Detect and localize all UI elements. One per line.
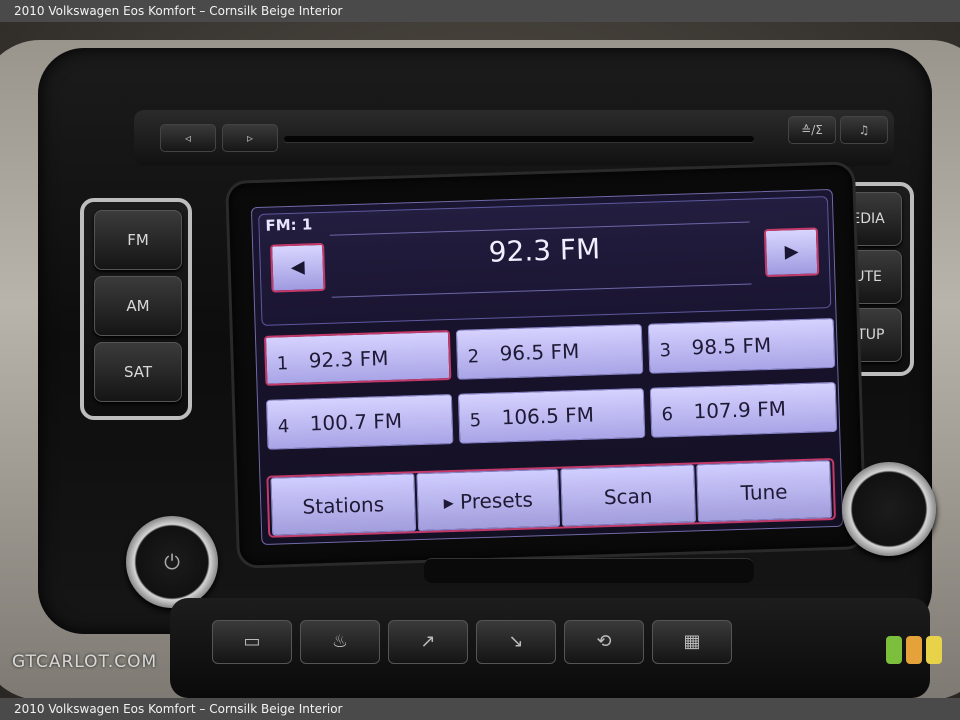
tab-tune[interactable]: Tune: [696, 460, 832, 523]
tab-presets[interactable]: ▸ Presets: [416, 468, 561, 532]
preset-number: 1: [276, 353, 289, 375]
eject-button[interactable]: ≙/Σ: [788, 116, 836, 144]
lower-trim-slot: [424, 558, 754, 583]
preset-3[interactable]: 3 98.5 FM: [647, 317, 836, 374]
next-station-button[interactable]: ▶: [763, 227, 820, 278]
preset-1[interactable]: 1 92.3 FM: [263, 330, 452, 386]
front-defrost-icon: ▦: [683, 631, 701, 652]
tab-scan[interactable]: Scan: [560, 464, 697, 527]
sat-button[interactable]: SAT: [94, 342, 182, 402]
preset-label: 96.5 FM: [499, 338, 580, 366]
band-label: FM: 1: [265, 215, 313, 235]
prev-track-button[interactable]: ◃: [160, 124, 216, 152]
rear-defrost-button[interactable]: ▭: [212, 620, 292, 664]
recirculation-icon: ⟲: [596, 631, 612, 652]
tab-stations[interactable]: Stations: [270, 473, 417, 536]
preset-number: 3: [659, 340, 672, 362]
badge-orange: [906, 636, 922, 664]
airflow-lower-icon: ↘: [508, 631, 524, 652]
preset-number: 4: [277, 416, 290, 438]
airflow-lower-button[interactable]: ↘: [476, 620, 556, 664]
seat-heat-icon: ♨: [331, 631, 349, 652]
touch-screen: FM: 1 ◀ 92.3 FM ▶ 1 92.3 FM 2 96.5 FM 3 …: [250, 188, 844, 546]
preset-label: 100.7 FM: [309, 408, 403, 436]
music-button[interactable]: ♫: [840, 116, 888, 144]
divider-bottom: [331, 283, 752, 298]
preset-5[interactable]: 5 106.5 FM: [457, 387, 646, 444]
arrow-right-icon: ▶: [784, 241, 799, 263]
cd-row: ◃ ▹ ≙/Σ ♫: [134, 110, 894, 166]
airflow-upper-icon: ↗: [420, 631, 436, 652]
power-icon: ⏻: [164, 550, 180, 574]
preset-label: 107.9 FM: [693, 396, 787, 424]
preset-label: 92.3 FM: [308, 345, 389, 373]
radio-bezel: ◃ ▹ ≙/Σ ♫ FM AM SAT MEDIA MUTE SETUP FM:…: [38, 48, 936, 634]
seat-heat-left-button[interactable]: ♨: [300, 620, 380, 664]
badge-green: [886, 636, 902, 664]
left-button-strip: FM AM SAT: [80, 198, 192, 420]
preset-6[interactable]: 6 107.9 FM: [649, 381, 838, 438]
next-track-button[interactable]: ▹: [222, 124, 278, 152]
fm-button[interactable]: FM: [94, 210, 182, 270]
airflow-upper-button[interactable]: ↗: [388, 620, 468, 664]
radio-photo: ◃ ▹ ≙/Σ ♫ FM AM SAT MEDIA MUTE SETUP FM:…: [0, 22, 960, 698]
preset-4[interactable]: 4 100.7 FM: [265, 393, 454, 450]
am-button[interactable]: AM: [94, 276, 182, 336]
watermark-logo: GTCARLOT.COM: [12, 652, 158, 672]
power-volume-knob[interactable]: ⏻: [126, 516, 218, 608]
front-defrost-button[interactable]: ▦: [652, 620, 732, 664]
preset-label: 106.5 FM: [501, 402, 595, 430]
badge-yellow: [926, 636, 942, 664]
screen-frame: FM: 1 ◀ 92.3 FM ▶ 1 92.3 FM 2 96.5 FM 3 …: [228, 164, 864, 566]
preset-number: 2: [467, 346, 480, 368]
current-frequency: 92.3 FM: [488, 232, 601, 269]
defrost-icon: ▭: [243, 631, 261, 652]
caption-bottom: 2010 Volkswagen Eos Komfort – Cornsilk B…: [0, 698, 960, 720]
climate-control-panel: ▭ ♨ ↗ ↘ ⟲ ▦: [170, 598, 930, 698]
caption-top: 2010 Volkswagen Eos Komfort – Cornsilk B…: [0, 0, 960, 22]
preset-number: 5: [469, 410, 482, 432]
tuner-header: FM: 1 ◀ 92.3 FM ▶: [258, 196, 832, 326]
tune-knob[interactable]: [842, 462, 936, 556]
preset-label: 98.5 FM: [691, 332, 772, 360]
preset-2[interactable]: 2 96.5 FM: [455, 323, 644, 380]
preset-number: 6: [661, 404, 674, 426]
cd-slot: [284, 136, 754, 142]
recirculation-button[interactable]: ⟲: [564, 620, 644, 664]
